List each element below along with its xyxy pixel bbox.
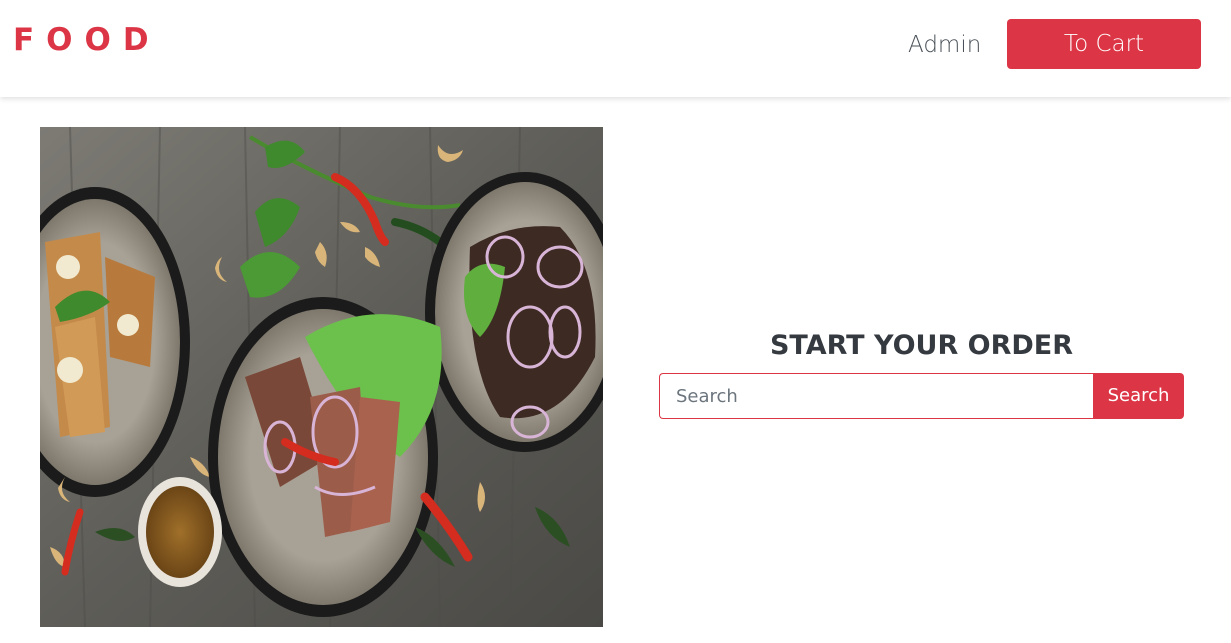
food-hero-image (40, 127, 603, 627)
to-cart-button[interactable]: To Cart (1007, 19, 1201, 69)
search-button[interactable]: Search (1093, 373, 1184, 419)
search-input[interactable] (659, 373, 1093, 419)
admin-link[interactable]: Admin (908, 28, 981, 62)
start-order-heading: START YOUR ORDER (769, 330, 1074, 361)
navbar: FOOD Admin To Cart (0, 0, 1231, 97)
brand-logo[interactable]: FOOD (13, 20, 161, 60)
